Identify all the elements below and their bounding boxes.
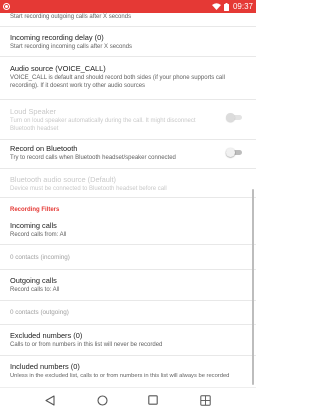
navigation-bar	[0, 387, 256, 410]
recents-icon	[148, 395, 158, 405]
excluded-numbers-title: Excluded numbers (0)	[10, 331, 83, 340]
wifi-icon	[211, 3, 221, 10]
divider	[0, 355, 256, 356]
divider	[0, 139, 256, 140]
included-numbers-title: Included numbers (0)	[10, 362, 80, 371]
divider	[0, 324, 256, 325]
divider	[0, 26, 256, 27]
audio-source-item[interactable]: Audio source (VOICE_CALL) VOICE_CALL is …	[10, 64, 250, 90]
loud-speaker-item[interactable]: Loud Speaker Turn on loud speaker automa…	[10, 107, 210, 133]
back-icon	[45, 394, 55, 406]
incoming-delay-summary: Start recording incoming calls after X s…	[10, 44, 133, 50]
record-on-bluetooth-item[interactable]: Record on Bluetooth Try to record calls …	[10, 144, 220, 162]
divider	[0, 300, 256, 301]
battery-icon	[223, 2, 229, 11]
screenshot-button[interactable]	[197, 392, 213, 408]
recents-button[interactable]	[145, 392, 161, 408]
home-button[interactable]	[94, 392, 110, 408]
incoming-contacts-item[interactable]: 0 contacts (incoming)	[10, 253, 224, 263]
audio-source-summary: VOICE_CALL is default and should record …	[10, 75, 225, 89]
included-numbers-summary: Unless in the excluded list, calls to or…	[10, 373, 230, 379]
bluetooth-audio-source-item[interactable]: Bluetooth audio source (Default) Device …	[10, 175, 224, 193]
bluetooth-audio-source-title: Bluetooth audio source (Default)	[10, 175, 116, 184]
excluded-numbers-item[interactable]: Excluded numbers (0) Calls to or from nu…	[10, 331, 250, 349]
toggle-thumb	[226, 113, 235, 122]
status-bar: 09:37	[0, 0, 256, 13]
loud-speaker-toggle[interactable]	[226, 113, 242, 122]
divider	[0, 99, 256, 100]
loud-speaker-title: Loud Speaker	[10, 107, 57, 116]
divider	[0, 197, 256, 198]
divider	[0, 168, 256, 169]
incoming-contacts-label: 0 contacts (incoming)	[10, 254, 70, 261]
divider	[0, 244, 256, 245]
incoming-delay-item[interactable]: Incoming recording delay (0) Start recor…	[10, 33, 224, 51]
included-numbers-item[interactable]: Included numbers (0) Unless in the exclu…	[10, 362, 252, 380]
record-on-bluetooth-summary: Try to record calls when Bluetooth heads…	[10, 155, 176, 161]
outgoing-contacts-label: 0 contacts (outgoing)	[10, 309, 69, 316]
divider	[0, 56, 256, 57]
loud-speaker-summary: Turn on loud speaker automatically durin…	[10, 118, 196, 132]
incoming-calls-summary: Record calls from: All	[10, 232, 67, 238]
incoming-delay-title: Incoming recording delay (0)	[10, 33, 104, 42]
outgoing-delay-summary: Start recording outgoing calls after X s…	[10, 14, 132, 20]
recording-filters-header: Recording Filters	[10, 207, 60, 213]
outgoing-calls-summary: Record calls to: All	[10, 287, 60, 293]
incoming-calls-title: Incoming calls	[10, 221, 57, 230]
divider	[0, 269, 256, 270]
back-button[interactable]	[42, 392, 58, 408]
excluded-numbers-summary: Calls to or from numbers in this list wi…	[10, 342, 163, 348]
outgoing-contacts-item[interactable]: 0 contacts (outgoing)	[10, 308, 224, 318]
outgoing-calls-item[interactable]: Outgoing calls Record calls to: All	[10, 276, 224, 294]
status-time: 09:37	[232, 2, 253, 11]
scrollbar[interactable]	[252, 189, 254, 385]
outgoing-calls-title: Outgoing calls	[10, 276, 57, 285]
home-icon	[96, 394, 108, 406]
record-on-bluetooth-title: Record on Bluetooth	[10, 144, 78, 153]
bluetooth-audio-source-summary: Device must be connected to Bluetooth he…	[10, 186, 167, 192]
outgoing-delay-item[interactable]: Start recording outgoing calls after X s…	[10, 13, 224, 21]
incoming-calls-item[interactable]: Incoming calls Record calls from: All	[10, 221, 224, 239]
settings-list[interactable]: Start recording outgoing calls after X s…	[0, 13, 256, 387]
audio-source-title: Audio source (VOICE_CALL)	[10, 64, 106, 73]
record-on-bluetooth-toggle[interactable]	[226, 148, 242, 157]
screenshot-icon	[199, 394, 211, 406]
record-icon	[3, 3, 10, 10]
toggle-thumb	[226, 148, 235, 157]
